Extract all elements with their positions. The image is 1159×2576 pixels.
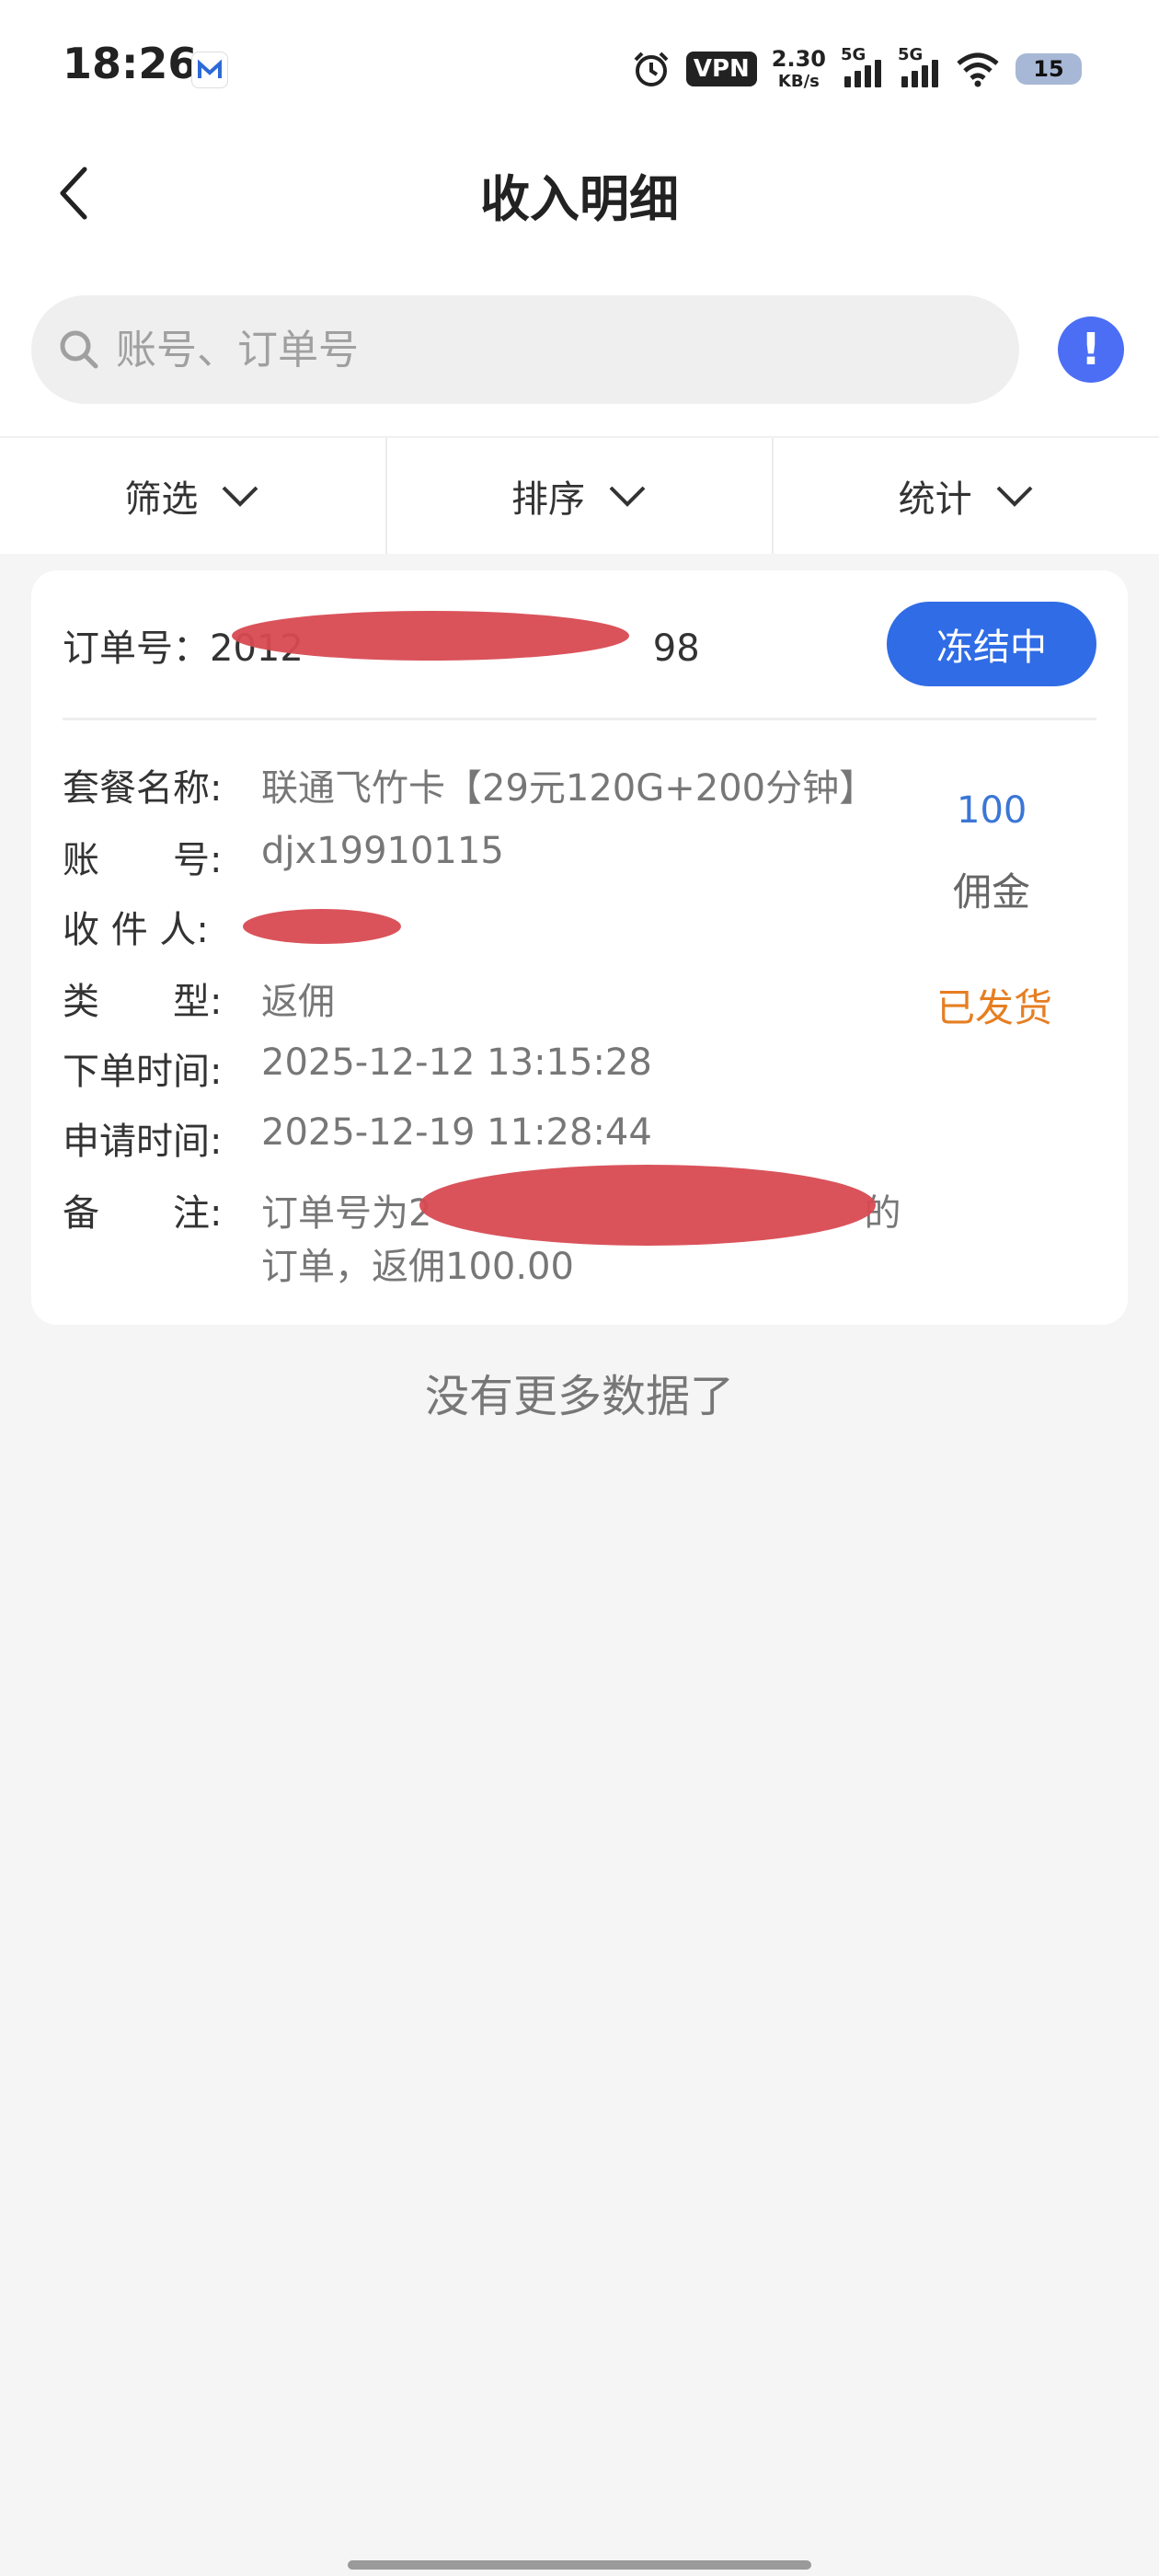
package-name-row: 套餐名称: 联通飞竹卡【29元120G+200分钟】	[63, 767, 877, 810]
mail-notification-icon	[191, 52, 228, 88]
no-more-data-text: 没有更多数据了	[424, 1371, 734, 1422]
frozen-status-button[interactable]: 冻结中	[887, 602, 1096, 686]
battery-indicator: 15	[1016, 53, 1082, 85]
search-input[interactable]	[114, 325, 946, 374]
info-button[interactable]: !	[1058, 316, 1124, 383]
redaction-mark	[419, 1165, 876, 1246]
commission-amount: 100	[957, 789, 1027, 832]
search-icon	[60, 330, 98, 369]
apply-time-row: 申请时间: 2025-12-19 11:28:44	[63, 1111, 652, 1163]
shipping-status: 已发货	[936, 985, 1053, 1030]
chevron-down-icon	[609, 486, 646, 507]
stats-label: 统计	[898, 478, 972, 521]
alarm-icon	[634, 52, 669, 86]
commission-label: 佣金	[953, 869, 1031, 914]
page-title: 收入明细	[480, 170, 679, 228]
network-speed: 2.30 KB/s	[771, 46, 826, 91]
chevron-down-icon	[996, 486, 1033, 507]
type-row: 类 型: 返佣	[63, 981, 335, 1023]
sort-label: 排序	[511, 478, 585, 521]
order-time-row: 下单时间: 2025-12-12 13:15:28	[63, 1041, 652, 1093]
redaction-mark	[232, 611, 629, 661]
wifi-icon	[957, 52, 999, 87]
order-number-label: 订单号：	[63, 627, 210, 670]
sort-dropdown[interactable]: 排序	[384, 438, 773, 554]
order-card[interactable]: 订单号：2012 98 冻结中 套餐名称: 联通飞竹卡【29元120G+200分钟】…	[31, 570, 1128, 1325]
divider	[63, 718, 1096, 720]
stats-dropdown[interactable]: 统计	[772, 438, 1159, 554]
account-row: 账 号: djx19910115	[63, 830, 504, 881]
redaction-mark	[243, 909, 401, 944]
signal-icon-2: 5G	[898, 45, 940, 87]
search-bar[interactable]	[31, 295, 1019, 404]
filter-dropdown[interactable]: 筛选	[0, 438, 385, 554]
chevron-down-icon	[222, 486, 258, 507]
vpn-badge: VPN	[685, 52, 757, 86]
recipient-row: 收 件 人:	[63, 909, 209, 951]
status-icons: VPN 2.30 KB/s 5G 5G 15	[631, 44, 1082, 94]
signal-icon: 5G	[841, 45, 883, 87]
home-indicator[interactable]	[348, 2560, 811, 2570]
filter-label: 筛选	[124, 478, 199, 521]
filter-bar: 筛选 排序 统计	[0, 436, 1159, 554]
status-time: 18:26	[63, 39, 198, 88]
